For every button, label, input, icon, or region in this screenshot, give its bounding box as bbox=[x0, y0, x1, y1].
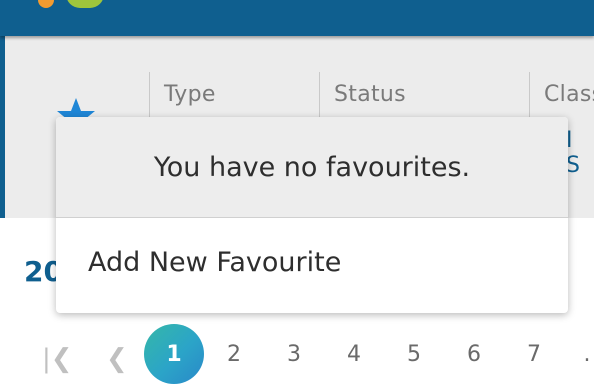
logo-mark-green bbox=[66, 0, 104, 8]
page-link[interactable]: 4 bbox=[339, 342, 369, 367]
add-new-favourite-button[interactable]: Add New Favourite bbox=[88, 247, 341, 278]
column-header-status-label: Status bbox=[334, 82, 406, 107]
app-header bbox=[0, 0, 594, 36]
page-more[interactable]: . bbox=[572, 342, 594, 367]
column-header-type-label: Type bbox=[164, 82, 216, 107]
page-current[interactable]: 1 bbox=[144, 324, 204, 384]
favourites-popover: You have no favourites. Add New Favourit… bbox=[56, 117, 568, 313]
logo-mark-orange bbox=[38, 0, 54, 8]
page-link[interactable]: 6 bbox=[459, 342, 489, 367]
column-header-class-label: Class bbox=[544, 82, 594, 107]
pagination: |❮ ❮ 2 3 4 5 6 7 . bbox=[0, 324, 594, 374]
page-link[interactable]: 5 bbox=[399, 342, 429, 367]
page-link[interactable]: 7 bbox=[519, 342, 549, 367]
page-link[interactable]: 3 bbox=[279, 342, 309, 367]
prev-page-icon[interactable]: ❮ bbox=[106, 344, 128, 374]
column-class-value: I S bbox=[566, 128, 583, 178]
favourites-empty-message: You have no favourites. bbox=[56, 117, 568, 218]
page-link[interactable]: 2 bbox=[219, 342, 249, 367]
first-page-icon[interactable]: |❮ bbox=[42, 344, 73, 374]
